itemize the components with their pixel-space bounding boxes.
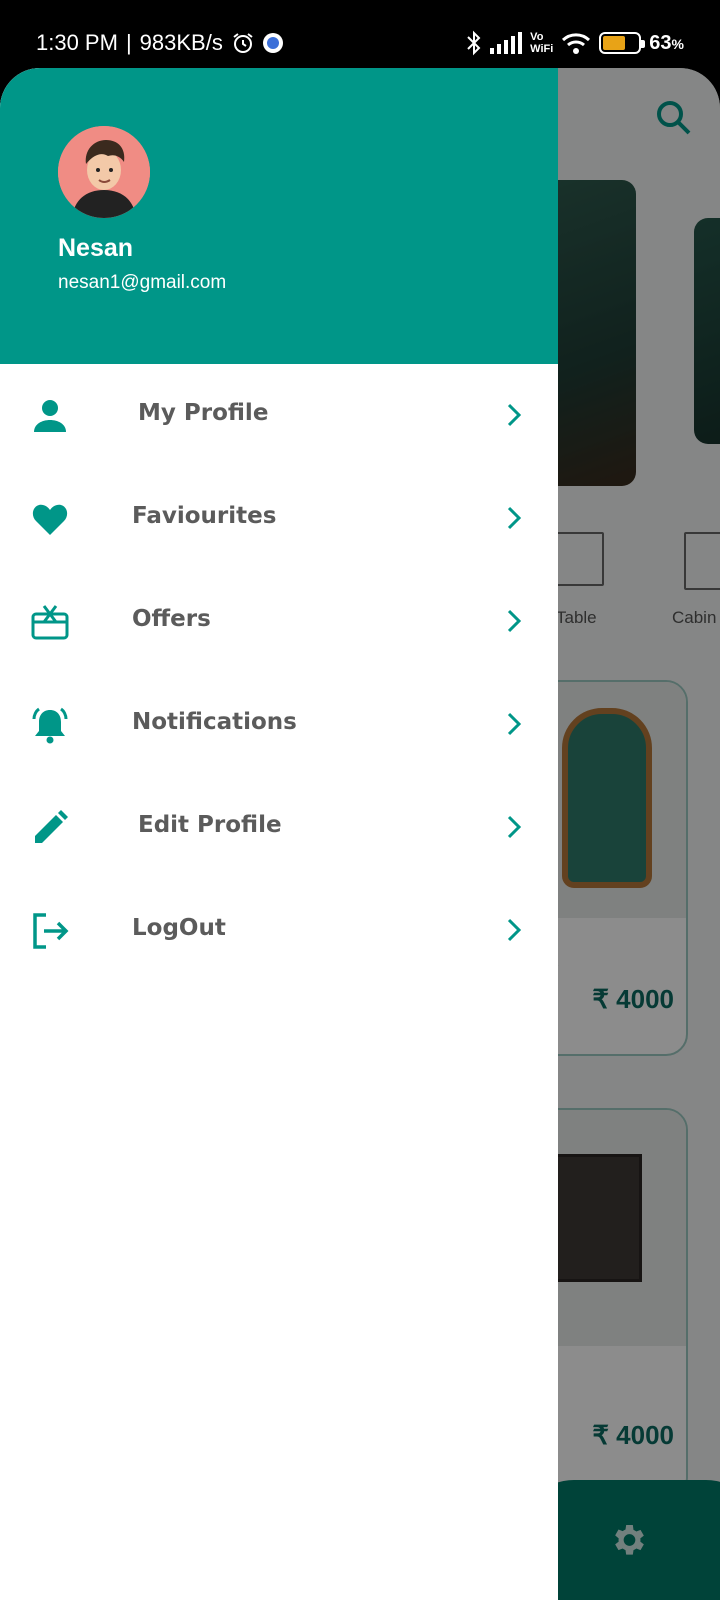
menu-item-label: LogOut [132,915,226,941]
alarm-icon [233,33,253,53]
battery-icon [599,32,646,54]
user-name: Nesan [58,234,134,262]
chevron-right-icon [507,506,522,530]
network-speed: 983KB/s [139,30,223,55]
heart-icon [32,504,68,535]
status-left: 1:30 PM | 983KB/s [36,30,283,56]
bell-icon [32,707,68,744]
status-time: 1:30 PM [36,30,118,55]
menu-item-label: Notifications [132,709,297,735]
signal-icon [490,32,523,54]
avatar[interactable] [58,126,150,218]
menu-item-notifications[interactable]: Notifications [0,673,558,776]
chevron-right-icon [507,815,522,839]
drawer-header: Nesan nesan1@gmail.com [0,68,558,364]
user-email: nesan1@gmail.com [58,272,227,293]
battery-percent: 63% [649,31,684,54]
bluetooth-icon [467,30,481,56]
person-icon [34,400,66,432]
logout-icon [33,913,69,949]
messenger-icon [262,33,283,53]
status-bar: 1:30 PM | 983KB/s Vo WiFi 63% [0,0,720,68]
chevron-right-icon [507,609,522,633]
avatar-illustration [58,126,150,218]
menu-item-my-profile[interactable]: My Profile [0,364,558,467]
menu-item-logout[interactable]: LogOut [0,879,558,982]
chevron-right-icon [507,712,522,736]
battery-fill [603,36,625,50]
menu-item-label: Faviourites [132,503,277,529]
vowifi-label: Vo WiFi [530,31,554,55]
status-right: Vo WiFi 63% [466,30,684,56]
menu-item-edit-profile[interactable]: Edit Profile [0,776,558,879]
menu-item-label: Offers [132,606,211,632]
gift-card-icon [31,605,69,640]
navigation-drawer: Nesan nesan1@gmail.com My Profile Faviou… [0,68,558,1600]
wifi-icon [562,33,591,54]
pencil-icon [35,810,68,843]
menu-item-favourites[interactable]: Faviourites [0,467,558,570]
chevron-right-icon [507,403,522,427]
menu-item-label: My Profile [138,400,269,426]
menu-item-offers[interactable]: Offers [0,570,558,673]
chevron-right-icon [507,918,522,942]
menu-item-label: Edit Profile [138,812,282,838]
drawer-menu: My Profile Faviourites Offers Notificati… [0,364,558,982]
